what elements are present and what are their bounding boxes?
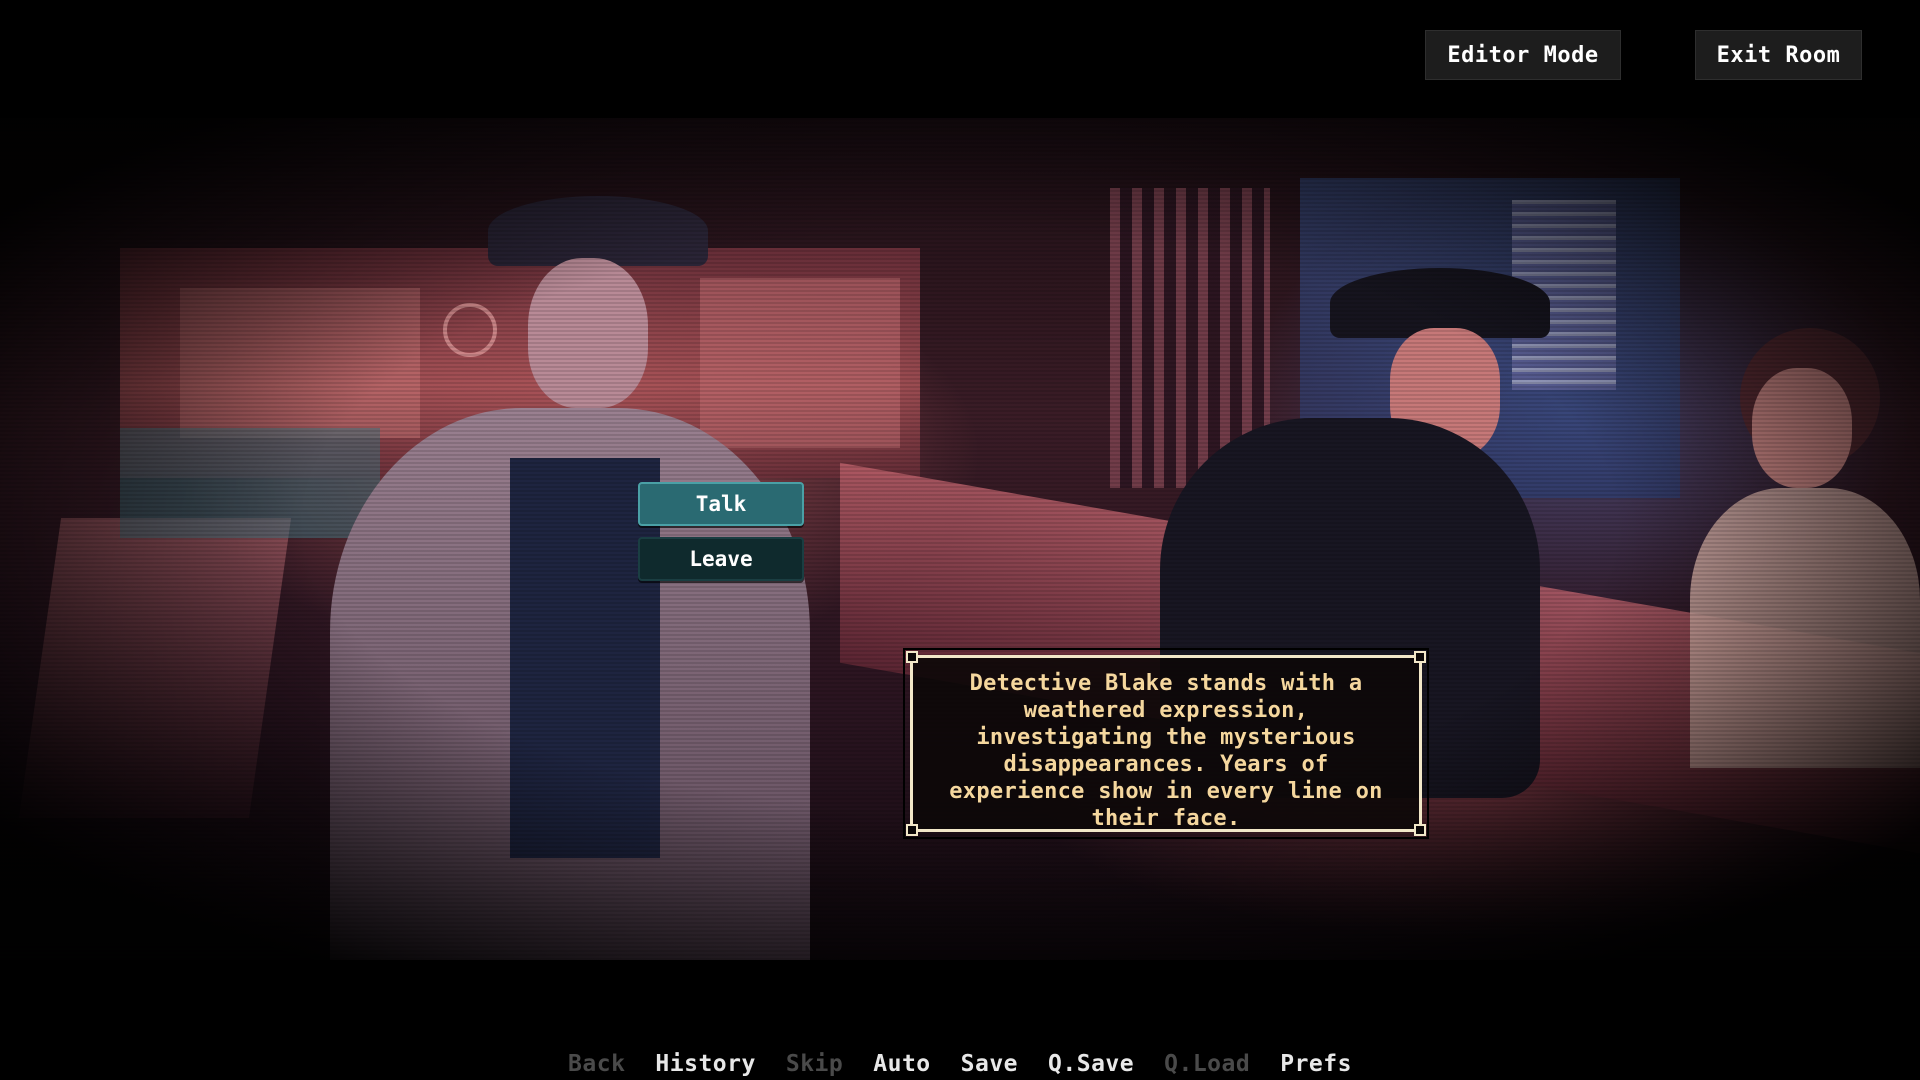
dialogue-corner-top-left xyxy=(906,651,918,663)
dialogue-text: Detective Blake stands with a weathered … xyxy=(949,671,1383,831)
editor-mode-button[interactable]: Editor Mode xyxy=(1425,30,1621,80)
woman-body xyxy=(1690,488,1920,768)
quick-menu: Back History Skip Auto Save Q.Save Q.Loa… xyxy=(0,1048,1920,1080)
teal-counter-panel xyxy=(120,428,380,538)
choice-leave-button[interactable]: Leave xyxy=(638,537,804,581)
quick-menu-auto[interactable]: Auto xyxy=(873,1048,930,1080)
detective-face xyxy=(528,258,648,408)
choice-talk-button[interactable]: Talk xyxy=(638,482,804,526)
dialogue-corner-bottom-left xyxy=(906,824,918,836)
dialogue-corner-bottom-right xyxy=(1414,824,1426,836)
quick-menu-history[interactable]: History xyxy=(655,1048,755,1080)
woman-face xyxy=(1752,368,1852,488)
diner-shelf xyxy=(180,288,420,438)
exit-room-button[interactable]: Exit Room xyxy=(1695,30,1862,80)
scene-background xyxy=(0,118,1920,960)
quick-menu-save[interactable]: Save xyxy=(961,1048,1018,1080)
quick-menu-skip[interactable]: Skip xyxy=(786,1048,843,1080)
left-counter xyxy=(18,518,292,818)
detective-hat xyxy=(488,196,708,266)
quick-menu-qsave[interactable]: Q.Save xyxy=(1048,1048,1134,1080)
quick-menu-prefs[interactable]: Prefs xyxy=(1280,1048,1352,1080)
dialogue-box[interactable]: Detective Blake stands with a weathered … xyxy=(903,648,1429,839)
quick-menu-qload[interactable]: Q.Load xyxy=(1164,1048,1250,1080)
quick-menu-back[interactable]: Back xyxy=(568,1048,625,1080)
wall-clock xyxy=(443,303,497,357)
diner-window xyxy=(700,278,900,448)
dialogue-corner-top-right xyxy=(1414,651,1426,663)
